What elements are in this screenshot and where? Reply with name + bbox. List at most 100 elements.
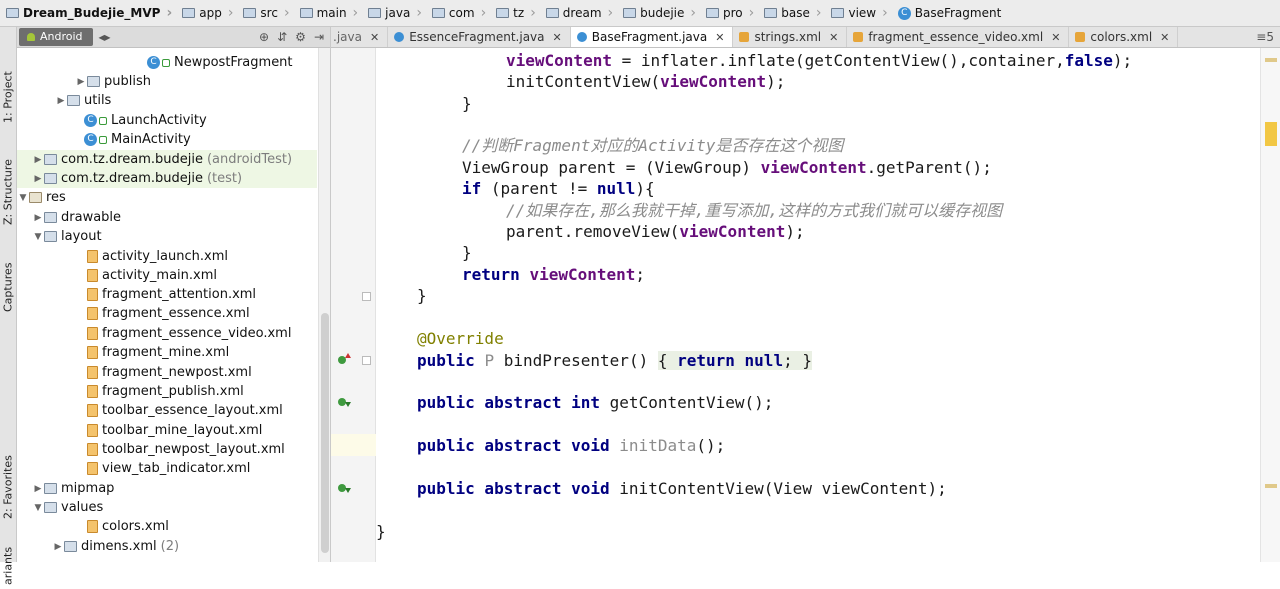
warning-marker[interactable] bbox=[1265, 58, 1277, 62]
tree-item[interactable]: fragment_essence.xml bbox=[17, 304, 317, 323]
close-icon[interactable]: ✕ bbox=[370, 31, 379, 44]
swap-icon[interactable]: ◂▸ bbox=[99, 30, 111, 44]
project-scrollbar-thumb[interactable] bbox=[321, 313, 329, 553]
close-icon[interactable]: ✕ bbox=[553, 31, 562, 44]
close-icon[interactable]: ✕ bbox=[1051, 31, 1060, 44]
tree-item-label: fragment_attention.xml bbox=[102, 287, 257, 302]
tree-item-label: NewpostFragment bbox=[174, 55, 293, 70]
tree-item[interactable]: ▶ drawable bbox=[17, 208, 317, 227]
code-line: ViewGroup parent = (ViewGroup) viewConte… bbox=[462, 158, 992, 177]
fold-toggle-icon[interactable] bbox=[362, 356, 371, 365]
captures-tool-tab[interactable]: Captures bbox=[0, 252, 16, 322]
expand-right-icon[interactable]: ▶ bbox=[75, 77, 87, 87]
resource-folder-icon bbox=[29, 192, 42, 203]
close-icon[interactable]: ✕ bbox=[829, 31, 838, 44]
build-variants-tool-tab[interactable]: ariants bbox=[0, 542, 16, 589]
class-icon: C bbox=[84, 133, 97, 146]
tree-item[interactable]: ▼ layout bbox=[17, 227, 317, 246]
close-icon[interactable]: ✕ bbox=[1160, 31, 1169, 44]
breadcrumb-item[interactable]: java › bbox=[362, 0, 426, 26]
tree-item[interactable]: fragment_mine.xml bbox=[17, 343, 317, 362]
left-tool-strip: 1: Project Z: Structure Captures 2: Favo… bbox=[0, 27, 17, 585]
implemented-marker-icon[interactable] bbox=[338, 398, 351, 407]
code-line: } bbox=[462, 243, 472, 262]
collapse-icon[interactable]: ⇵ bbox=[277, 30, 287, 44]
editor-tab[interactable]: fragment_essence_video.xml ✕ bbox=[847, 27, 1070, 47]
expand-right-icon[interactable]: ▶ bbox=[52, 542, 64, 552]
tree-item-label: dimens.xml bbox=[81, 539, 157, 554]
tree-item[interactable]: toolbar_newpost_layout.xml bbox=[17, 440, 317, 459]
tree-item[interactable]: ▶ com.tz.dream.budejie (test) bbox=[17, 169, 317, 188]
code-editor[interactable]: viewContent = inflater.inflate(getConten… bbox=[376, 48, 1260, 562]
tree-item[interactable]: toolbar_essence_layout.xml bbox=[17, 401, 317, 420]
warning-marker[interactable] bbox=[1265, 122, 1277, 146]
implemented-marker-icon[interactable] bbox=[338, 484, 351, 493]
expand-down-icon[interactable]: ▼ bbox=[17, 193, 29, 203]
tree-item[interactable]: ▶ publish bbox=[17, 72, 317, 91]
code-line: initContentView(viewContent); bbox=[506, 72, 786, 91]
tab-overflow-button[interactable]: ≡5 bbox=[1250, 30, 1280, 44]
breadcrumb-item[interactable]: base › bbox=[758, 0, 825, 26]
favorites-tool-tab[interactable]: 2: Favorites bbox=[0, 442, 16, 532]
expand-right-icon[interactable]: ▶ bbox=[55, 96, 67, 106]
breadcrumb-item[interactable]: com › bbox=[426, 0, 490, 26]
structure-tool-tab[interactable]: Z: Structure bbox=[0, 147, 16, 237]
tree-item-suffix: (2) bbox=[160, 539, 180, 554]
tree-item[interactable]: C LaunchActivity bbox=[17, 111, 317, 130]
breadcrumb-item[interactable]: main › bbox=[294, 0, 363, 26]
tree-item[interactable]: fragment_publish.xml bbox=[17, 382, 317, 401]
editor-tab[interactable]: colors.xml ✕ bbox=[1069, 27, 1179, 47]
expand-right-icon[interactable]: ▶ bbox=[32, 155, 44, 165]
editor-tab[interactable]: EssenceFragment.java ✕ bbox=[388, 27, 571, 47]
breadcrumb-item[interactable]: tz › bbox=[490, 0, 540, 26]
breadcrumb-item[interactable]: view › bbox=[825, 0, 891, 26]
tree-item-label: res bbox=[46, 190, 66, 205]
folder-icon bbox=[6, 8, 19, 18]
expand-right-icon[interactable]: ▶ bbox=[32, 213, 44, 223]
warning-marker[interactable] bbox=[1265, 484, 1277, 488]
editor-tab[interactable]: strings.xml ✕ bbox=[733, 27, 848, 47]
tree-item[interactable]: activity_main.xml bbox=[17, 266, 317, 285]
tree-item[interactable]: ▶ mipmap bbox=[17, 479, 317, 498]
folder-icon bbox=[44, 231, 57, 242]
sync-icon[interactable]: ⊕ bbox=[259, 30, 269, 44]
editor-tab[interactable]: .java ✕ bbox=[331, 27, 389, 47]
project-view-selector[interactable]: Android bbox=[19, 28, 93, 46]
tree-item[interactable]: colors.xml bbox=[17, 517, 317, 536]
editor-tab[interactable]: BaseFragment.java ✕ bbox=[570, 27, 734, 47]
tree-item[interactable]: C NewpostFragment bbox=[17, 53, 317, 72]
expand-down-icon[interactable]: ▼ bbox=[32, 232, 44, 242]
tree-item-label: publish bbox=[104, 74, 151, 89]
expand-right-icon[interactable]: ▶ bbox=[32, 174, 44, 184]
close-icon[interactable]: ✕ bbox=[715, 31, 724, 44]
expand-down-icon[interactable]: ▼ bbox=[32, 503, 44, 513]
breadcrumb-item[interactable]: dream › bbox=[540, 0, 617, 26]
breadcrumb-item[interactable]: src › bbox=[237, 0, 293, 26]
tree-item[interactable]: ▶ com.tz.dream.budejie (androidTest) bbox=[17, 150, 317, 169]
tree-item[interactable]: activity_launch.xml bbox=[17, 247, 317, 266]
hide-panel-icon[interactable]: ⇥ bbox=[314, 30, 324, 44]
tree-item[interactable]: fragment_newpost.xml bbox=[17, 363, 317, 382]
tree-item[interactable]: ▶ dimens.xml (2) bbox=[17, 537, 317, 556]
fold-toggle-icon[interactable] bbox=[362, 292, 371, 301]
tree-item[interactable]: ▼ values bbox=[17, 498, 317, 517]
xml-file-icon bbox=[87, 404, 98, 417]
breadcrumb-item[interactable]: Dream_Budejie_MVP › bbox=[0, 0, 176, 26]
tree-item[interactable]: C MainActivity bbox=[17, 130, 317, 149]
tree-item[interactable]: fragment_attention.xml bbox=[17, 285, 317, 304]
editor-error-stripe[interactable] bbox=[1260, 48, 1280, 562]
tree-item[interactable]: ▼ res bbox=[17, 188, 317, 207]
breadcrumb-item[interactable]: pro › bbox=[700, 0, 758, 26]
tree-item[interactable]: view_tab_indicator.xml bbox=[17, 459, 317, 478]
tree-item[interactable]: ▶ utils bbox=[17, 91, 317, 110]
tree-item[interactable]: toolbar_mine_layout.xml bbox=[17, 421, 317, 440]
expand-right-icon[interactable]: ▶ bbox=[32, 484, 44, 494]
xml-file-icon bbox=[87, 346, 98, 359]
breadcrumb-item[interactable]: app › bbox=[176, 0, 237, 26]
breadcrumb-item[interactable]: budejie › bbox=[617, 0, 700, 26]
override-marker-icon[interactable] bbox=[338, 353, 351, 364]
breadcrumb-item[interactable]: C BaseFragment bbox=[892, 0, 1006, 26]
gear-icon[interactable]: ⚙ bbox=[295, 30, 306, 44]
tree-item[interactable]: fragment_essence_video.xml bbox=[17, 324, 317, 343]
project-tool-tab[interactable]: 1: Project bbox=[0, 57, 16, 137]
